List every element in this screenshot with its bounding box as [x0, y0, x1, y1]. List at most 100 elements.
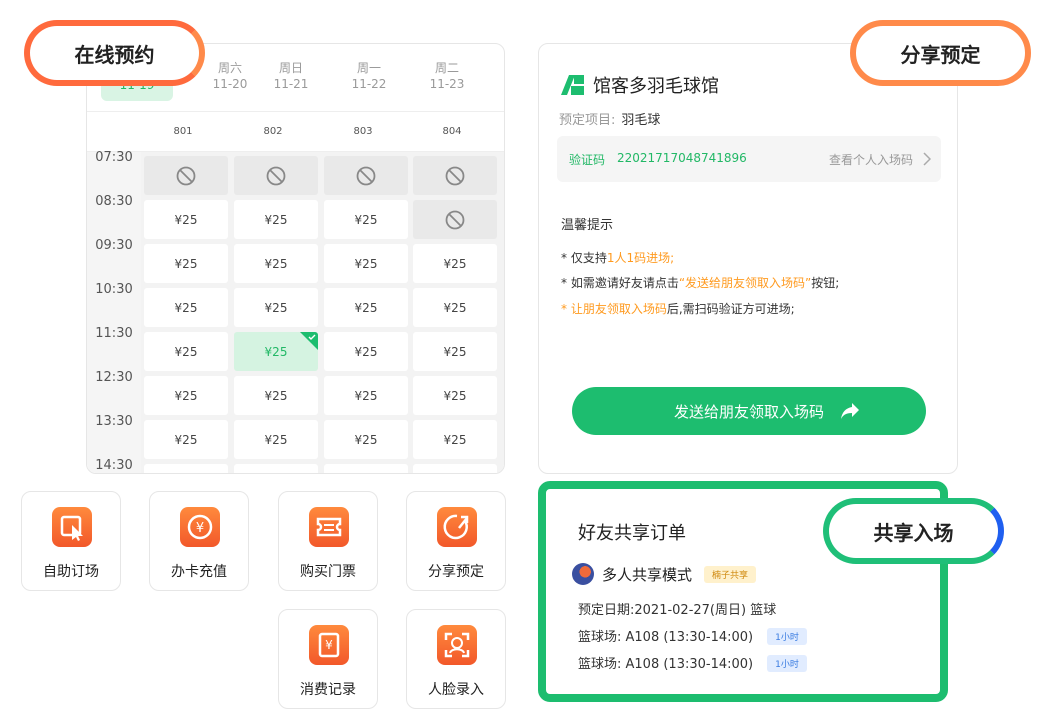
project-row: 预定项目: 羽毛球 [559, 109, 660, 128]
tip-text: 按钮; [811, 276, 840, 290]
slot-available[interactable]: ¥25 [324, 244, 408, 283]
slot-price: ¥25 [174, 344, 198, 359]
time-label: 10:30 [95, 282, 133, 297]
tile-face-entry[interactable]: 人脸录入 [406, 609, 506, 709]
tip-text: * 仅支持 [561, 251, 607, 265]
slot-price: ¥25 [174, 432, 198, 447]
tile-self-booking[interactable]: 自助订场 [21, 491, 121, 591]
slot-available[interactable]: ¥25 [144, 420, 228, 459]
slot-price: ¥25 [443, 344, 467, 359]
tile-card-recharge[interactable]: ¥ 办卡充值 [149, 491, 249, 591]
date-tab-3[interactable]: 周一 11-22 [330, 60, 408, 92]
slot-selected[interactable]: ¥25 [234, 332, 318, 371]
tile-share-booking[interactable]: 分享预定 [406, 491, 506, 591]
venue-logo-icon [561, 75, 584, 95]
date-day: 11-23 [429, 77, 465, 91]
tip-highlight: “发送给朋友领取入场码” [678, 276, 812, 290]
order-item-text: 篮球场: A108 (13:30-14:00) [578, 630, 754, 645]
booking-panel: 11-19 周六 11-20 周日 11-21 周一 11-22 周二 11-2… [86, 43, 505, 474]
court-label: 802 [263, 126, 283, 137]
date-tab-4[interactable]: 周二 11-23 [408, 60, 486, 92]
tile-consumption-record[interactable]: ¥ 消费记录 [278, 609, 378, 709]
slot-available[interactable]: ¥25 [144, 200, 228, 239]
tile-label: 分享预定 [428, 564, 484, 580]
verification-code-bar[interactable]: 验证码 22021717048741896 查看个人入场码 [557, 136, 941, 182]
slot-price: ¥25 [174, 212, 198, 227]
court-label: 801 [173, 126, 193, 137]
tile-label: 购买门票 [300, 564, 356, 580]
slot-available[interactable]: ¥25 [413, 376, 497, 415]
ban-icon [176, 166, 196, 185]
order-date-line: 预定日期:2021-02-27(周日) 篮球 [578, 603, 777, 618]
share-booking-label: 分享预定 [850, 20, 1031, 86]
date-day: 11-21 [273, 77, 309, 91]
time-label: 09:30 [95, 238, 133, 253]
tips-title: 温馨提示 [561, 218, 614, 233]
slot-price: ¥25 [354, 300, 378, 315]
slot-price: ¥25 [354, 388, 378, 403]
send-button-label: 发送给朋友领取入场码 [673, 402, 824, 421]
slot-available[interactable]: ¥25 [413, 244, 497, 283]
share-arrow-icon [841, 403, 859, 419]
project-label: 预定项目: [559, 113, 616, 128]
tile-label: 人脸录入 [428, 682, 484, 698]
slot-available[interactable]: ¥25 [324, 288, 408, 327]
slot-available[interactable]: ¥25 [144, 332, 228, 371]
slot-available[interactable]: ¥25 [324, 420, 408, 459]
slot-price: ¥25 [264, 432, 288, 447]
slot-available[interactable]: ¥25 [413, 420, 497, 459]
venue-name: 馆客多羽毛球馆 [593, 76, 719, 97]
slot-unavailable [413, 156, 497, 195]
tip-text: 后,需扫码验证方可进场; [666, 302, 795, 316]
tip-highlight: 1人1码进场; [606, 251, 675, 265]
slot-available[interactable]: ¥25 [413, 332, 497, 371]
send-to-friend-button[interactable]: 发送给朋友领取入场码 [572, 387, 926, 435]
tile-label: 自助订场 [43, 564, 99, 580]
tile-buy-ticket[interactable]: 购买门票 [278, 491, 378, 591]
slot-available[interactable]: ¥25 [324, 464, 408, 473]
slot-available[interactable]: ¥25 [234, 420, 318, 459]
view-personal-code-link[interactable]: 查看个人入场码 [829, 151, 913, 168]
slot-available[interactable]: ¥25 [144, 288, 228, 327]
slot-price: ¥25 [354, 256, 378, 271]
slot-price: ¥25 [264, 344, 288, 359]
slot-available[interactable]: ¥25 [324, 332, 408, 371]
slot-available[interactable]: ¥25 [324, 200, 408, 239]
slot-price: ¥25 [443, 300, 467, 315]
slot-unavailable [324, 156, 408, 195]
self-booking-icon [52, 507, 92, 547]
duration-badge: 1小时 [767, 628, 807, 645]
slot-available[interactable]: ¥25 [234, 200, 318, 239]
svg-text:¥: ¥ [196, 521, 204, 536]
court-label: 803 [353, 126, 373, 137]
slot-available[interactable]: ¥25 [234, 464, 318, 473]
slot-price: ¥25 [354, 212, 378, 227]
slot-available[interactable]: ¥25 [413, 288, 497, 327]
slot-available[interactable]: ¥25 [144, 464, 228, 473]
slot-available[interactable]: ¥25 [144, 376, 228, 415]
order-title: 好友共享订单 [578, 523, 686, 544]
slot-price: ¥25 [354, 344, 378, 359]
slot-price: ¥25 [264, 256, 288, 271]
time-label: 13:30 [95, 414, 133, 429]
tip-3: * 让朋友领取入场码后,需扫码验证方可进场; [561, 300, 795, 317]
slot-available[interactable]: ¥25 [234, 244, 318, 283]
tile-label: 办卡充值 [171, 564, 227, 580]
slot-available[interactable]: ¥25 [234, 376, 318, 415]
time-label: 07:30 [95, 150, 133, 165]
slot-price: ¥25 [174, 256, 198, 271]
venue-header: 馆客多羽毛球馆 [559, 72, 719, 98]
code-label: 验证码 [569, 153, 606, 167]
date-weekday: 周日 [278, 61, 303, 75]
ban-icon [445, 210, 465, 229]
slot-available[interactable]: ¥25 [413, 464, 497, 473]
slot-available[interactable]: ¥25 [144, 244, 228, 283]
tip-text: * 如需邀请好友请点击 [561, 276, 679, 290]
time-label: 08:30 [95, 194, 133, 209]
time-label: 11:30 [95, 326, 133, 341]
date-tab-2[interactable]: 周日 11-21 [252, 60, 330, 92]
ban-icon [445, 166, 465, 185]
slot-available[interactable]: ¥25 [324, 376, 408, 415]
order-item: 篮球场: A108 (13:30-14:00) 1小时 [578, 653, 807, 672]
slot-available[interactable]: ¥25 [234, 288, 318, 327]
